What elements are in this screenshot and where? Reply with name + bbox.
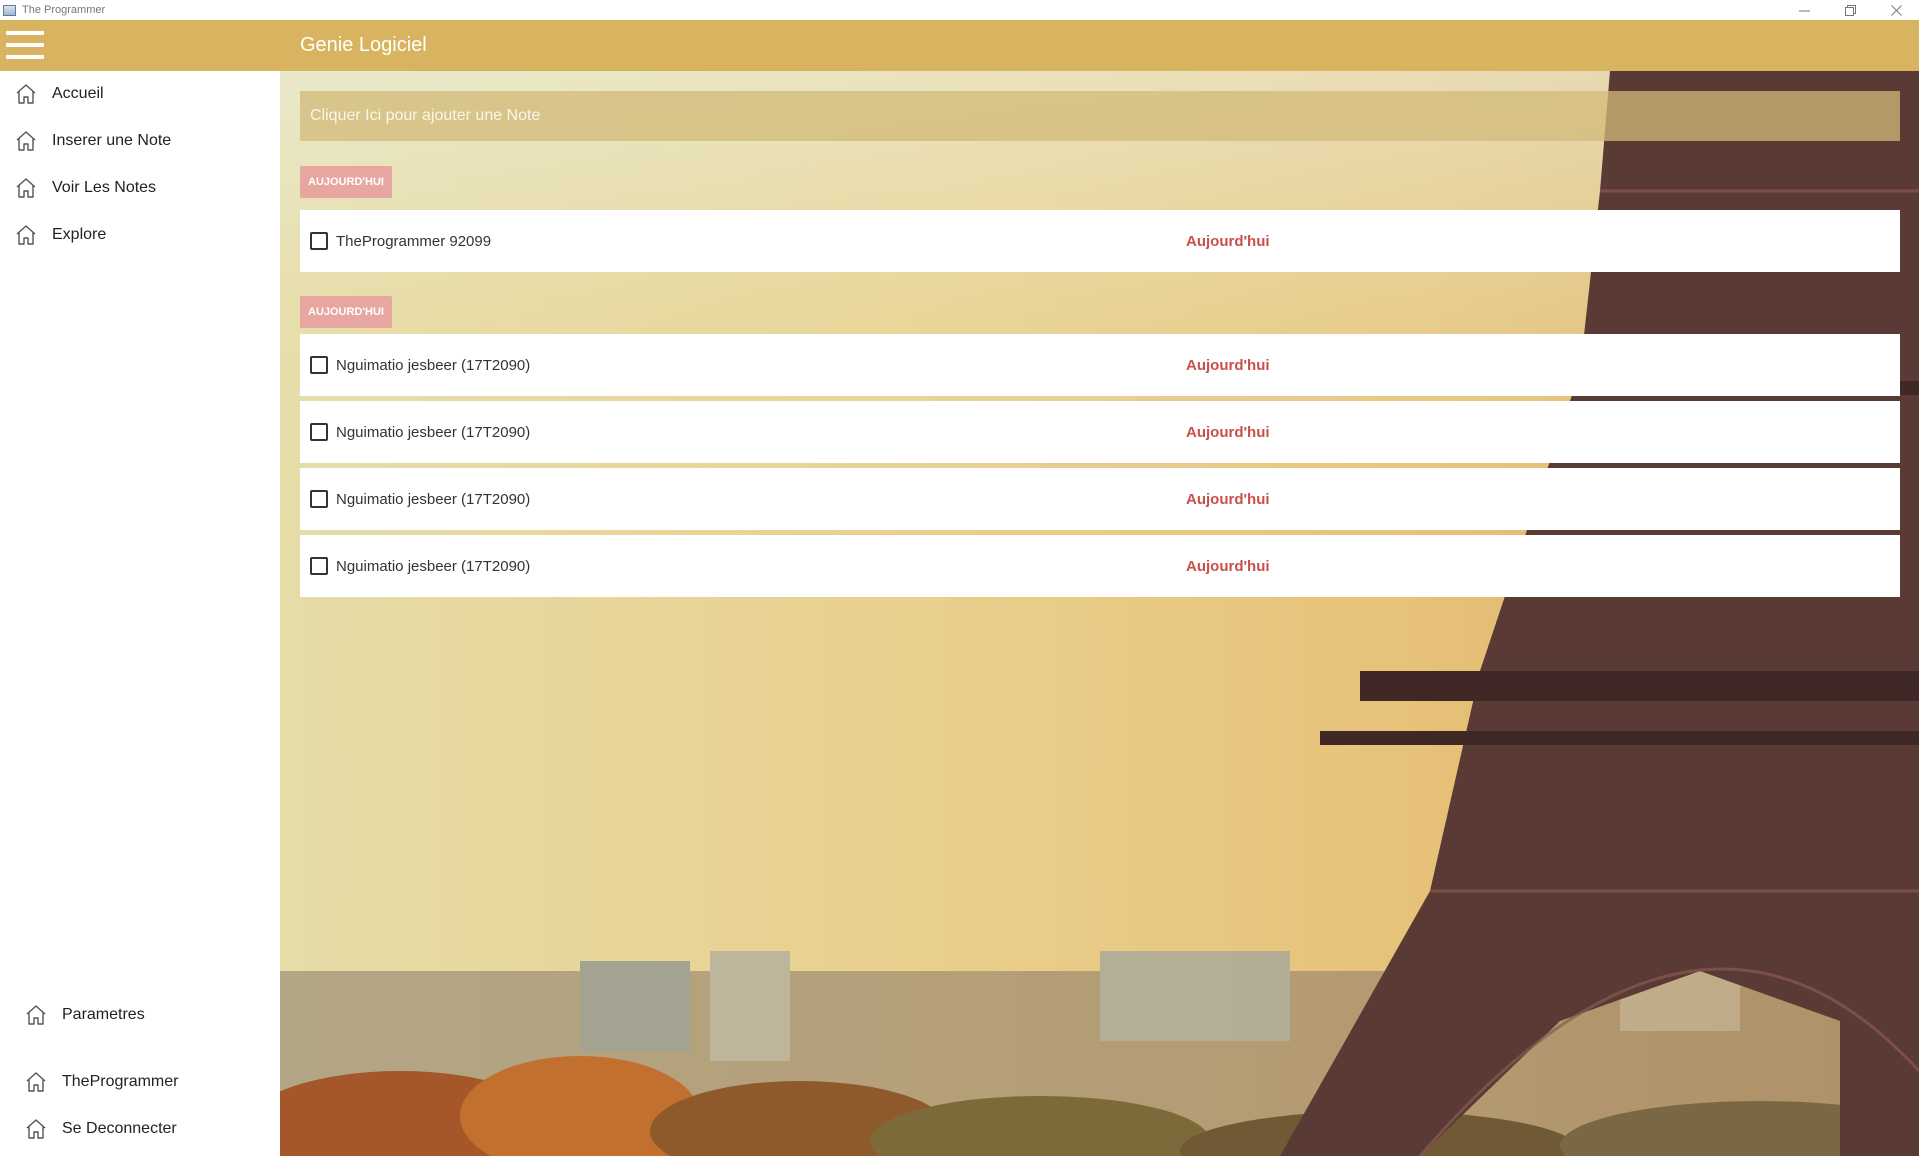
note-text: Nguimatio jesbeer (17T2090) [336,423,531,441]
window-controls [1781,0,1919,20]
note-date: Aujourd'hui [1186,423,1270,441]
window-title: The Programmer [22,4,106,16]
sidebar-item-theprogrammer[interactable]: TheProgrammer [0,1059,280,1105]
note-checkbox[interactable] [310,557,328,575]
note-row[interactable]: Nguimatio jesbeer (17T2090) Aujourd'hui [300,401,1900,463]
note-date: Aujourd'hui [1186,232,1270,250]
sidebar-item-se-deconnecter[interactable]: Se Deconnecter [0,1106,280,1152]
note-text: Nguimatio jesbeer (17T2090) [336,356,531,374]
note-checkbox[interactable] [310,356,328,374]
note-date: Aujourd'hui [1186,490,1270,508]
note-row[interactable]: Nguimatio jesbeer (17T2090) Aujourd'hui [300,535,1900,597]
note-text: Nguimatio jesbeer (17T2090) [336,490,531,508]
sidebar-item-inserer-note[interactable]: Inserer une Note [0,118,280,164]
sidebar-item-parametres[interactable]: Parametres [0,992,280,1038]
note-checkbox[interactable] [310,232,328,250]
page-title: Genie Logiciel [300,34,427,56]
note-checkbox[interactable] [310,423,328,441]
sidebar: Accueil Inserer une Note Voir Les Notes … [0,71,280,1156]
note-date: Aujourd'hui [1186,356,1270,374]
sidebar-item-label: Explore [52,226,107,243]
home-icon [24,1003,48,1027]
note-checkbox[interactable] [310,490,328,508]
add-note-input[interactable]: Cliquer Ici pour ajouter une Note [300,91,1900,141]
note-row[interactable]: TheProgrammer 92099 Aujourd'hui [300,210,1900,272]
app-header: Genie Logiciel [0,20,1919,71]
home-icon [14,129,38,153]
hamburger-icon[interactable] [6,29,44,61]
app-icon [3,4,16,16]
home-icon [14,82,38,106]
main-content: Cliquer Ici pour ajouter une Note AUJOUR… [280,71,1919,1156]
note-text: Nguimatio jesbeer (17T2090) [336,557,531,575]
date-badge: AUJOURD'HUI [300,166,392,198]
sidebar-item-accueil[interactable]: Accueil [0,71,280,117]
minimize-icon[interactable] [1781,0,1827,20]
note-text: TheProgrammer 92099 [336,232,492,250]
sidebar-item-voir-notes[interactable]: Voir Les Notes [0,165,280,211]
window-titlebar: The Programmer [0,0,1919,20]
note-row[interactable]: Nguimatio jesbeer (17T2090) Aujourd'hui [300,334,1900,396]
close-icon[interactable] [1873,0,1919,20]
sidebar-item-label: Inserer une Note [52,132,172,149]
home-icon [14,223,38,247]
restore-icon[interactable] [1827,0,1873,20]
note-date: Aujourd'hui [1186,557,1270,575]
home-icon [24,1070,48,1094]
note-row[interactable]: Nguimatio jesbeer (17T2090) Aujourd'hui [300,468,1900,530]
sidebar-item-label: Accueil [52,85,104,102]
sidebar-item-explore[interactable]: Explore [0,212,280,258]
home-icon [24,1117,48,1141]
sidebar-item-label: Se Deconnecter [62,1120,177,1137]
sidebar-item-label: Voir Les Notes [52,179,157,196]
home-icon [14,176,38,200]
sidebar-item-label: TheProgrammer [62,1073,179,1090]
sidebar-item-label: Parametres [62,1006,145,1023]
date-badge: AUJOURD'HUI [300,296,392,328]
